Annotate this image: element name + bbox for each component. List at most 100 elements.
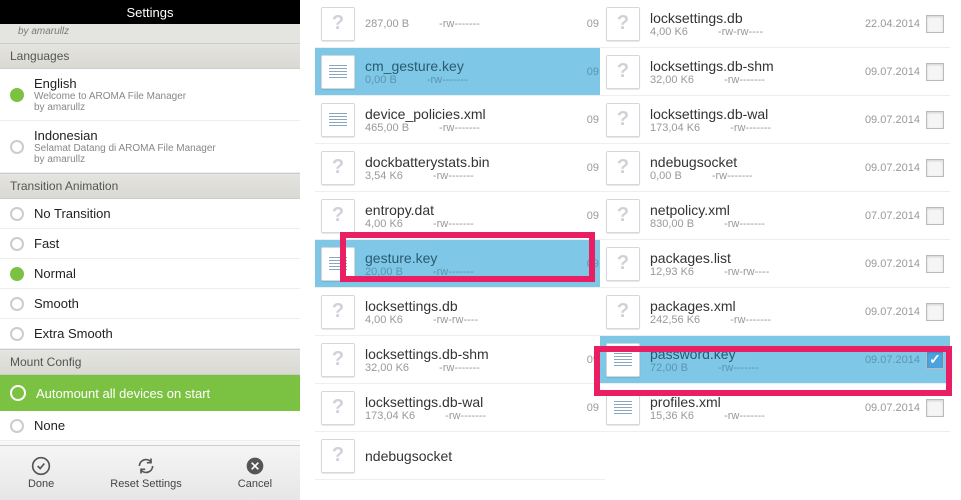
done-button[interactable]: Done xyxy=(28,456,54,490)
file-info: locksettings.db-shm 32,00 K6-rw------- xyxy=(365,346,581,374)
transition-option[interactable]: Fast xyxy=(0,229,300,259)
file-info: locksettings.db-shm 32,00 K6-rw------- xyxy=(650,58,859,86)
mount-option[interactable]: None xyxy=(0,411,300,441)
file-row[interactable]: device_policies.xml 465,00 B-rw------- 0… xyxy=(315,96,605,144)
section-mount: Mount Config xyxy=(0,349,300,375)
file-row[interactable]: 287,00 B-rw------- 09 xyxy=(315,0,605,48)
file-icon xyxy=(606,343,640,377)
file-icon xyxy=(606,391,640,425)
file-row[interactable]: locksettings.db-shm 32,00 K6-rw------- 0… xyxy=(315,336,605,384)
file-info: 287,00 B-rw------- xyxy=(365,18,581,30)
refresh-icon xyxy=(136,456,156,476)
radio-icon xyxy=(10,88,24,102)
language-option[interactable]: Indonesian Selamat Datang di AROMA File … xyxy=(0,121,300,173)
file-checkbox[interactable] xyxy=(926,63,944,81)
reset-label: Reset Settings xyxy=(110,478,182,490)
language-option[interactable]: English Welcome to AROMA File Managerby … xyxy=(0,69,300,121)
transition-option[interactable]: Smooth xyxy=(0,289,300,319)
option-text: Indonesian Selamat Datang di AROMA File … xyxy=(34,128,216,165)
file-row[interactable]: ndebugsocket 0,00 B-rw------- 09.07.2014 xyxy=(600,144,950,192)
close-icon xyxy=(245,456,265,476)
file-row[interactable]: packages.xml 242,56 K6-rw------- 09.07.2… xyxy=(600,288,950,336)
file-row[interactable]: entropy.dat 4,00 K6-rw------- 09 xyxy=(315,192,605,240)
file-icon xyxy=(321,55,355,89)
file-icon xyxy=(321,439,355,473)
file-checkbox[interactable] xyxy=(926,351,944,369)
file-date: 09 xyxy=(587,18,599,30)
file-list-right[interactable]: locksettings.db 4,00 K6-rw-rw---- 22.04.… xyxy=(600,0,950,440)
file-info: packages.list 12,93 K6-rw-rw---- xyxy=(650,250,859,278)
file-info: netpolicy.xml 830,00 B-rw------- xyxy=(650,202,859,230)
file-date: 09.07.2014 xyxy=(865,402,920,414)
done-label: Done xyxy=(28,478,54,490)
file-date: 07.07.2014 xyxy=(865,210,920,222)
file-icon xyxy=(606,247,640,281)
file-row[interactable]: profiles.xml 15,36 K6-rw------- 09.07.20… xyxy=(600,384,950,432)
file-info: dockbatterystats.bin 3,54 K6-rw------- xyxy=(365,154,581,182)
section-languages: Languages xyxy=(0,43,300,69)
file-row[interactable]: packages.list 12,93 K6-rw-rw---- 09.07.2… xyxy=(600,240,950,288)
option-text: English Welcome to AROMA File Managerby … xyxy=(34,76,186,113)
bottom-bar: Done Reset Settings Cancel xyxy=(0,445,300,500)
file-row[interactable]: password.key 72,00 B-rw------- 09.07.201… xyxy=(600,336,950,384)
file-checkbox[interactable] xyxy=(926,15,944,33)
file-checkbox[interactable] xyxy=(926,303,944,321)
section-transition: Transition Animation xyxy=(0,173,300,199)
file-icon xyxy=(321,199,355,233)
file-icon xyxy=(606,55,640,89)
settings-panel: Settings by amarullz Languages English W… xyxy=(0,0,300,500)
file-icon xyxy=(321,151,355,185)
file-list-left[interactable]: 287,00 B-rw------- 09 cm_gesture.key 0,0… xyxy=(315,0,605,440)
file-checkbox[interactable] xyxy=(926,399,944,417)
file-row[interactable]: netpolicy.xml 830,00 B-rw------- 07.07.2… xyxy=(600,192,950,240)
file-date: 09 xyxy=(587,114,599,126)
file-date: 09.07.2014 xyxy=(865,258,920,270)
radio-icon xyxy=(10,297,24,311)
file-icon xyxy=(606,295,640,329)
cancel-button[interactable]: Cancel xyxy=(238,456,272,490)
file-icon xyxy=(321,103,355,137)
file-row[interactable]: dockbatterystats.bin 3,54 K6-rw------- 0… xyxy=(315,144,605,192)
file-date: 09 xyxy=(587,354,599,366)
file-info: cm_gesture.key 0,00 B-rw------- xyxy=(365,58,581,86)
file-info: profiles.xml 15,36 K6-rw------- xyxy=(650,394,859,422)
file-checkbox[interactable] xyxy=(926,207,944,225)
file-info: locksettings.db-wal 173,04 K6-rw------- xyxy=(650,106,859,134)
file-icon xyxy=(606,199,640,233)
file-info: locksettings.db 4,00 K6-rw-rw---- xyxy=(365,298,593,326)
option-text: Fast xyxy=(34,236,59,251)
file-row[interactable]: locksettings.db 4,00 K6-rw-rw---- xyxy=(315,288,605,336)
file-checkbox[interactable] xyxy=(926,111,944,129)
file-icon xyxy=(606,151,640,185)
file-checkbox[interactable] xyxy=(926,255,944,273)
file-row[interactable]: locksettings.db-shm 32,00 K6-rw------- 0… xyxy=(600,48,950,96)
radio-icon xyxy=(10,267,24,281)
byline: by amarullz xyxy=(0,24,300,43)
transition-option[interactable]: No Transition xyxy=(0,199,300,229)
reset-button[interactable]: Reset Settings xyxy=(110,456,182,490)
file-row[interactable]: cm_gesture.key 0,00 B-rw------- 09 xyxy=(315,48,605,96)
transition-option[interactable]: Normal xyxy=(0,259,300,289)
file-icon xyxy=(606,103,640,137)
file-date: 09.07.2014 xyxy=(865,354,920,366)
file-row[interactable]: locksettings.db-wal 173,04 K6-rw------- … xyxy=(315,384,605,432)
transition-option[interactable]: Extra Smooth xyxy=(0,319,300,349)
file-row[interactable]: ndebugsocket xyxy=(315,432,605,480)
file-row[interactable]: gesture.key 20,00 B-rw------- 09 xyxy=(315,240,605,288)
file-date: 09.07.2014 xyxy=(865,306,920,318)
settings-title: Settings xyxy=(0,0,300,24)
file-checkbox[interactable] xyxy=(926,159,944,177)
file-info: locksettings.db-wal 173,04 K6-rw------- xyxy=(365,394,581,422)
file-info: ndebugsocket xyxy=(365,448,593,464)
file-icon xyxy=(606,7,640,41)
cancel-label: Cancel xyxy=(238,478,272,490)
file-date: 09 xyxy=(587,402,599,414)
file-date: 09.07.2014 xyxy=(865,162,920,174)
file-info: gesture.key 20,00 B-rw------- xyxy=(365,250,581,278)
mount-option-active[interactable]: Automount all devices on start xyxy=(0,375,300,411)
option-text: Smooth xyxy=(34,296,79,311)
file-date: 09 xyxy=(587,66,599,78)
file-row[interactable]: locksettings.db-wal 173,04 K6-rw------- … xyxy=(600,96,950,144)
file-row[interactable]: locksettings.db 4,00 K6-rw-rw---- 22.04.… xyxy=(600,0,950,48)
radio-icon xyxy=(10,237,24,251)
